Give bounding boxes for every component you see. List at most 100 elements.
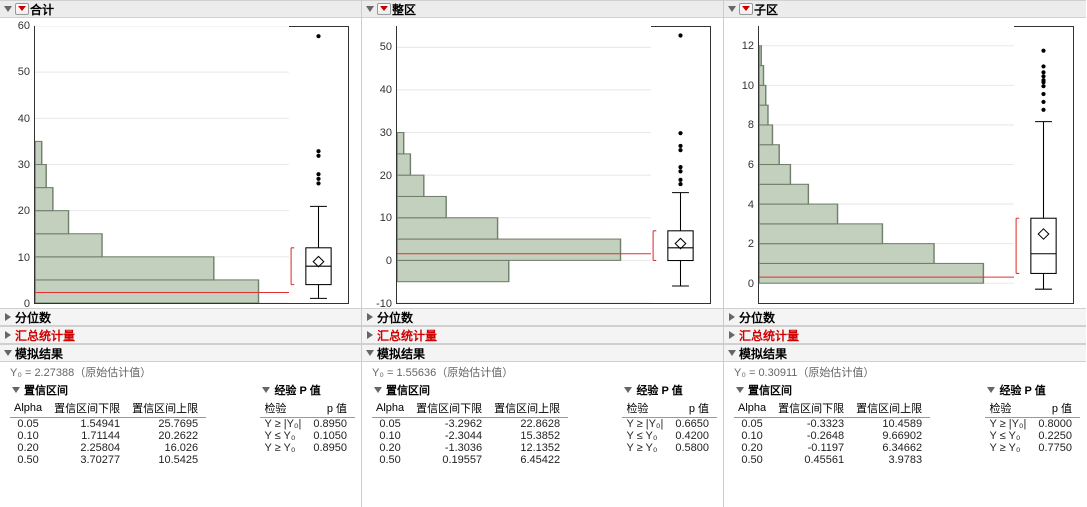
disclosure-open-icon[interactable] (622, 384, 634, 396)
quantiles-label: 分位数 (15, 309, 51, 326)
table-row: 0.10-0.26489.66902 (734, 430, 930, 442)
disclosure-closed-icon[interactable] (726, 329, 738, 341)
disclosure-closed-icon[interactable] (364, 311, 376, 323)
quantiles-header[interactable]: 分位数 (724, 308, 1086, 326)
summary-label: 汇总统计量 (377, 327, 437, 344)
ci-label: 置信区间 (24, 382, 68, 398)
table-row: 0.500.195576.45422 (372, 454, 568, 466)
table-row: Y ≤ Y₀0.4200 (622, 430, 717, 442)
disclosure-closed-icon[interactable] (2, 329, 14, 341)
table-row: Y ≥ Y₀0.7750 (985, 442, 1080, 454)
panel-2: 子区 024681012 分位数 汇总统计量 模拟结果 Y₀ = 0.30911… (724, 0, 1086, 507)
disclosure-open-icon[interactable] (364, 347, 376, 359)
histogram-plot[interactable] (758, 26, 1014, 304)
summary-header[interactable]: 汇总统计量 (724, 326, 1086, 344)
panel-header[interactable]: 整区 (362, 0, 723, 18)
quantiles-header[interactable]: 分位数 (362, 308, 723, 326)
y0-estimate: Y₀ = 1.55636（原始估计值） (372, 364, 717, 380)
sim-header[interactable]: 模拟结果 (724, 344, 1086, 362)
panel-1: 整区 -1001020304050 分位数 汇总统计量 模拟结果 Y₀ = 1.… (362, 0, 724, 507)
ci-block: 置信区间 Alpha置信区间下限置信区间上限 0.05-3.296222.862… (372, 382, 568, 466)
table-row: 0.500.455613.9783 (734, 454, 930, 466)
disclosure-open-icon[interactable] (985, 384, 997, 396)
table-row: Y ≥ |Y₀|0.8950 (260, 418, 355, 431)
sim-body: Y₀ = 1.55636（原始估计值） 置信区间 Alpha置信区间下限置信区间… (362, 362, 723, 470)
table-row: 0.05-3.296222.8628 (372, 418, 568, 431)
disclosure-closed-icon[interactable] (726, 311, 738, 323)
histogram-plot[interactable] (34, 26, 289, 304)
panel-title: 整区 (392, 1, 416, 18)
pval-table: 检验p 值 Y ≥ |Y₀|0.8000Y ≤ Y₀0.2250Y ≥ Y₀0.… (985, 400, 1080, 454)
y-axis-labels: -1001020304050 (368, 26, 396, 304)
table-row: Y ≤ Y₀0.2250 (985, 430, 1080, 442)
quantiles-label: 分位数 (377, 309, 413, 326)
pval-label: 经验 P 值 (636, 382, 682, 398)
quantiles-header[interactable]: 分位数 (0, 308, 361, 326)
menu-dropdown-icon[interactable] (377, 3, 391, 15)
table-row: Y ≥ Y₀0.8950 (260, 442, 355, 454)
y-axis-labels: 024681012 (730, 26, 758, 304)
boxplot[interactable] (651, 26, 711, 304)
table-row: Y ≥ |Y₀|0.6650 (622, 418, 717, 431)
ci-label: 置信区间 (748, 382, 792, 398)
ci-label: 置信区间 (386, 382, 430, 398)
ci-table: Alpha置信区间下限置信区间上限 0.05-0.332310.45890.10… (734, 400, 930, 466)
panel-header[interactable]: 合计 (0, 0, 361, 18)
disclosure-open-icon[interactable] (260, 384, 272, 396)
sim-body: Y₀ = 2.27388（原始估计值） 置信区间 Alpha置信区间下限置信区间… (0, 362, 361, 470)
ci-table: Alpha置信区间下限置信区间上限 0.051.5494125.76950.10… (10, 400, 206, 466)
panel-title: 子区 (754, 1, 778, 18)
disclosure-open-icon[interactable] (372, 384, 384, 396)
chart-area: 0102030405060 (0, 18, 361, 308)
ci-table: Alpha置信区间下限置信区间上限 0.05-3.296222.86280.10… (372, 400, 568, 466)
histogram-plot[interactable] (396, 26, 651, 304)
summary-header[interactable]: 汇总统计量 (362, 326, 723, 344)
sim-header[interactable]: 模拟结果 (0, 344, 361, 362)
y0-estimate: Y₀ = 2.27388（原始估计值） (10, 364, 355, 380)
disclosure-open-icon[interactable] (364, 3, 376, 15)
disclosure-open-icon[interactable] (2, 347, 14, 359)
table-row: 0.20-1.303612.1352 (372, 442, 568, 454)
disclosure-open-icon[interactable] (726, 347, 738, 359)
disclosure-open-icon[interactable] (726, 3, 738, 15)
menu-dropdown-icon[interactable] (739, 3, 753, 15)
sim-body: Y₀ = 0.30911（原始估计值） 置信区间 Alpha置信区间下限置信区间… (724, 362, 1086, 470)
quantiles-label: 分位数 (739, 309, 775, 326)
disclosure-closed-icon[interactable] (2, 311, 14, 323)
disclosure-open-icon[interactable] (2, 3, 14, 15)
ci-block: 置信区间 Alpha置信区间下限置信区间上限 0.051.5494125.769… (10, 382, 206, 466)
table-row: Y ≥ |Y₀|0.8000 (985, 418, 1080, 431)
table-row: 0.101.7114420.2622 (10, 430, 206, 442)
disclosure-open-icon[interactable] (10, 384, 22, 396)
pval-block: 经验 P 值 检验p 值 Y ≥ |Y₀|0.6650Y ≤ Y₀0.4200Y… (622, 382, 717, 454)
summary-label: 汇总统计量 (739, 327, 799, 344)
table-row: 0.05-0.332310.4589 (734, 418, 930, 431)
sim-label: 模拟结果 (377, 345, 425, 362)
summary-label: 汇总统计量 (15, 327, 75, 344)
table-row: 0.10-2.304415.3852 (372, 430, 568, 442)
boxplot[interactable] (1014, 26, 1074, 304)
pval-table: 检验p 值 Y ≥ |Y₀|0.6650Y ≤ Y₀0.4200Y ≥ Y₀0.… (622, 400, 717, 454)
pval-label: 经验 P 值 (999, 382, 1045, 398)
table-row: Y ≥ Y₀0.5800 (622, 442, 717, 454)
pval-block: 经验 P 值 检验p 值 Y ≥ |Y₀|0.8950Y ≤ Y₀0.1050Y… (260, 382, 355, 454)
y0-estimate: Y₀ = 0.30911（原始估计值） (734, 364, 1080, 380)
table-row: Y ≤ Y₀0.1050 (260, 430, 355, 442)
table-row: 0.20-0.11976.34662 (734, 442, 930, 454)
summary-header[interactable]: 汇总统计量 (0, 326, 361, 344)
chart-area: -1001020304050 (362, 18, 723, 308)
sim-label: 模拟结果 (15, 345, 63, 362)
disclosure-open-icon[interactable] (734, 384, 746, 396)
ci-block: 置信区间 Alpha置信区间下限置信区间上限 0.05-0.332310.458… (734, 382, 930, 466)
panel-header[interactable]: 子区 (724, 0, 1086, 18)
sim-header[interactable]: 模拟结果 (362, 344, 723, 362)
y-axis-labels: 0102030405060 (6, 26, 34, 304)
table-row: 0.051.5494125.7695 (10, 418, 206, 431)
chart-area: 024681012 (724, 18, 1086, 308)
disclosure-closed-icon[interactable] (364, 329, 376, 341)
panel-0: 合计 0102030405060 分位数 汇总统计量 模拟结果 Y₀ = 2.2… (0, 0, 362, 507)
pval-block: 经验 P 值 检验p 值 Y ≥ |Y₀|0.8000Y ≤ Y₀0.2250Y… (985, 382, 1080, 454)
sim-label: 模拟结果 (739, 345, 787, 362)
menu-dropdown-icon[interactable] (15, 3, 29, 15)
boxplot[interactable] (289, 26, 349, 304)
